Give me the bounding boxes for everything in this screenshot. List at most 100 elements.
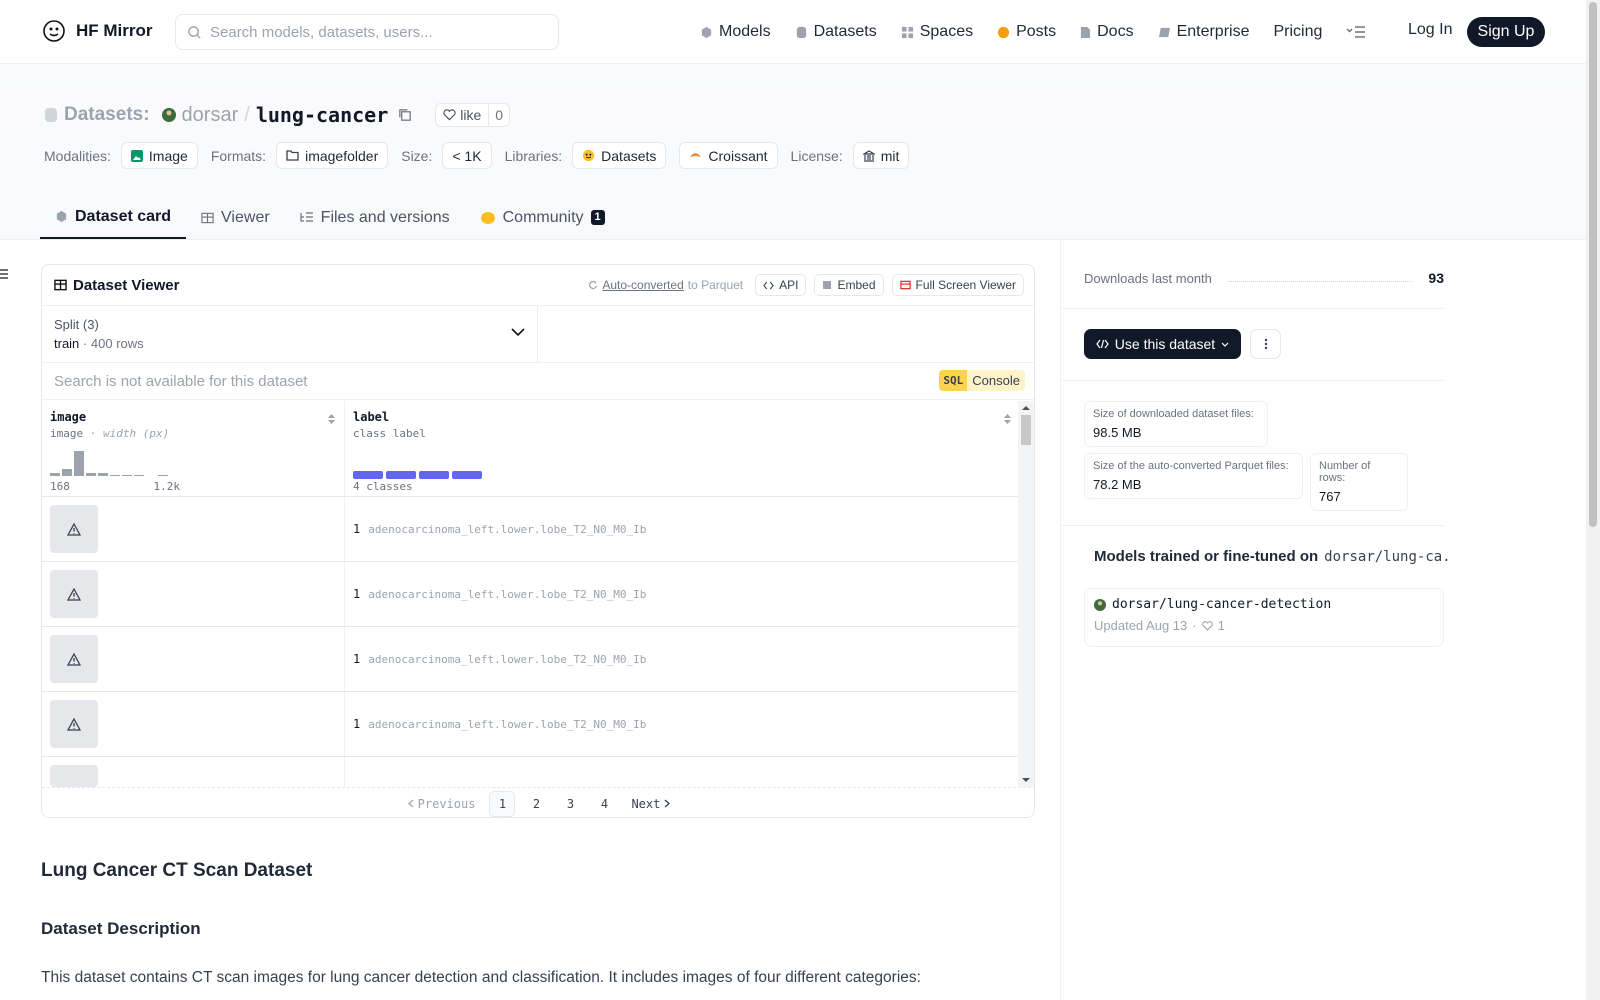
chevron-down-icon: [511, 328, 525, 337]
folder-icon: [286, 150, 299, 161]
scroll-down-icon[interactable]: [1018, 775, 1034, 785]
nav-enterprise[interactable]: Enterprise: [1158, 23, 1249, 41]
broken-image-icon[interactable]: [50, 700, 98, 748]
tab-community[interactable]: Community 1: [465, 196, 620, 239]
owner-avatar: [161, 108, 176, 122]
prev-page-button[interactable]: Previous: [398, 797, 486, 811]
nav-datasets[interactable]: Datasets: [795, 23, 877, 41]
table-row[interactable]: 1 adenocarcinoma_left.lower.lobe_T2_N0_M0…: [42, 692, 1020, 757]
column-label-name: label: [353, 410, 390, 424]
page-2[interactable]: 2: [523, 791, 549, 817]
global-search-input[interactable]: [210, 23, 540, 41]
sql-console-button[interactable]: SQL Console: [939, 370, 1025, 391]
page-scrollbar-thumb[interactable]: [1589, 2, 1597, 527]
tag-key-libraries: Libraries:: [504, 147, 563, 164]
split-select[interactable]: Split (3) train · 400 rows: [42, 306, 538, 362]
login-link[interactable]: Log In: [1408, 21, 1452, 39]
like-action[interactable]: like: [436, 104, 490, 126]
split-value: train · 400 rows: [54, 336, 525, 351]
model-updated: Updated Aug 13: [1094, 618, 1188, 633]
table-row[interactable]: 1 adenocarcinoma_left.lower.lobe_T2_N0_M0…: [42, 627, 1020, 692]
hugging-face-emoji-icon: [583, 149, 595, 162]
more-menu-icon: [1346, 26, 1366, 38]
nav-docs[interactable]: Docs: [1080, 23, 1134, 41]
column-image-type-label: image: [50, 427, 84, 440]
next-page-button[interactable]: Next: [621, 797, 680, 811]
chevron-left-icon: [407, 799, 414, 808]
table-scrollbar[interactable]: [1018, 401, 1034, 787]
nav-more[interactable]: [1346, 25, 1366, 39]
global-search[interactable]: [175, 14, 559, 50]
broken-image-icon[interactable]: [50, 570, 98, 618]
tab-dataset-card[interactable]: Dataset card: [40, 196, 187, 239]
like-button[interactable]: like 0: [435, 103, 511, 127]
nav-pricing[interactable]: Pricing: [1273, 23, 1322, 41]
document-icon: [1081, 26, 1091, 38]
stat-parquet-size: Size of the auto-converted Parquet files…: [1084, 453, 1303, 499]
broken-image-icon[interactable]: [50, 505, 98, 553]
sort-icon[interactable]: [1003, 413, 1012, 425]
page-4[interactable]: 4: [591, 791, 617, 817]
more-options-button[interactable]: [1250, 329, 1281, 359]
nav-models[interactable]: Models: [700, 23, 771, 41]
tag-license-label: mit: [880, 147, 900, 164]
broken-image-icon[interactable]: [50, 635, 98, 683]
model-name-row: dorsar/lung-cancer-detection: [1094, 597, 1434, 612]
page-scrollbar[interactable]: [1586, 0, 1600, 1000]
tag-size[interactable]: < 1K: [442, 142, 492, 169]
model-name[interactable]: dorsar/lung-cancer-detection: [1112, 597, 1331, 612]
sort-icon[interactable]: [327, 413, 336, 425]
heart-icon: [1201, 620, 1213, 631]
histogram-range: 168 1.2k: [50, 480, 180, 493]
chat-bubble-icon: [998, 26, 1010, 38]
auto-converted-link[interactable]: Auto-converted: [602, 278, 683, 292]
label-cell: 1 adenocarcinoma_left.lower.lobe_T2_N0_M0…: [345, 562, 646, 626]
tab-viewer[interactable]: Viewer: [186, 196, 285, 239]
scrollbar-thumb[interactable]: [1021, 415, 1031, 445]
label-cell: 1 adenocarcinoma_left.lower.lobe_T2_N0_M0…: [345, 627, 646, 691]
api-label: API: [779, 278, 799, 292]
tag-image[interactable]: Image: [120, 142, 198, 169]
copy-icon[interactable]: [398, 108, 413, 123]
viewer-actions: Auto-converted to Parquet API Embed Full …: [588, 274, 1024, 296]
image-thumbnail[interactable]: [50, 765, 98, 787]
class-bar-segment: [353, 471, 383, 479]
embed-button[interactable]: Embed: [814, 274, 884, 296]
model-card[interactable]: dorsar/lung-cancer-detection Updated Aug…: [1084, 588, 1444, 647]
nav-posts[interactable]: Posts: [997, 23, 1056, 41]
tag-license[interactable]: mit: [852, 142, 910, 169]
tab-files[interactable]: Files and versions: [285, 196, 465, 239]
tag-size-label: < 1K: [452, 147, 482, 164]
table-row-partial[interactable]: [42, 757, 1020, 787]
brand-logo[interactable]: HF Mirror: [42, 19, 153, 43]
sql-badge: SQL: [939, 370, 968, 391]
fullscreen-button[interactable]: Full Screen Viewer: [891, 274, 1024, 296]
table-row[interactable]: 1 adenocarcinoma_left.lower.lobe_T2_N0_M0…: [42, 497, 1020, 562]
api-button[interactable]: API: [755, 274, 807, 296]
column-label[interactable]: label class label 4 classes: [345, 401, 1020, 496]
tag-croissant-library[interactable]: Croissant: [679, 142, 778, 169]
table-row[interactable]: 1 adenocarcinoma_left.lower.lobe_T2_N0_M0…: [42, 562, 1020, 627]
nav-spaces[interactable]: Spaces: [901, 23, 973, 41]
class-id: 1: [353, 522, 361, 536]
data-table: image image · width (px) 168 1.2k label c…: [42, 401, 1020, 787]
tag-datasets-label: Datasets: [601, 147, 657, 164]
scroll-up-icon[interactable]: [1018, 403, 1034, 413]
chevron-right-icon: [664, 799, 671, 808]
repo-name-link[interactable]: lung-cancer: [256, 103, 388, 127]
signup-button[interactable]: Sign Up: [1467, 17, 1545, 47]
column-image[interactable]: image image · width (px) 168 1.2k: [42, 401, 345, 496]
sidebar-toggle-icon[interactable]: [0, 268, 10, 280]
repo-owner-link[interactable]: dorsar: [182, 104, 239, 127]
viewer-search-input[interactable]: [54, 372, 554, 390]
tag-imagefolder[interactable]: imagefolder: [276, 142, 389, 169]
use-this-dataset-button[interactable]: Use this dataset: [1084, 329, 1241, 359]
tag-datasets-library[interactable]: Datasets: [572, 142, 667, 169]
column-image-name: image: [50, 410, 87, 424]
class-name: adenocarcinoma_left.lower.lobe_T2_N0_M0_…: [368, 587, 647, 601]
page-1[interactable]: 1: [489, 790, 516, 817]
split-label: Split (3): [54, 317, 99, 332]
viewer-search-row: SQL Console: [42, 363, 1034, 400]
page-3[interactable]: 3: [557, 791, 583, 817]
code-icon: [763, 281, 774, 289]
